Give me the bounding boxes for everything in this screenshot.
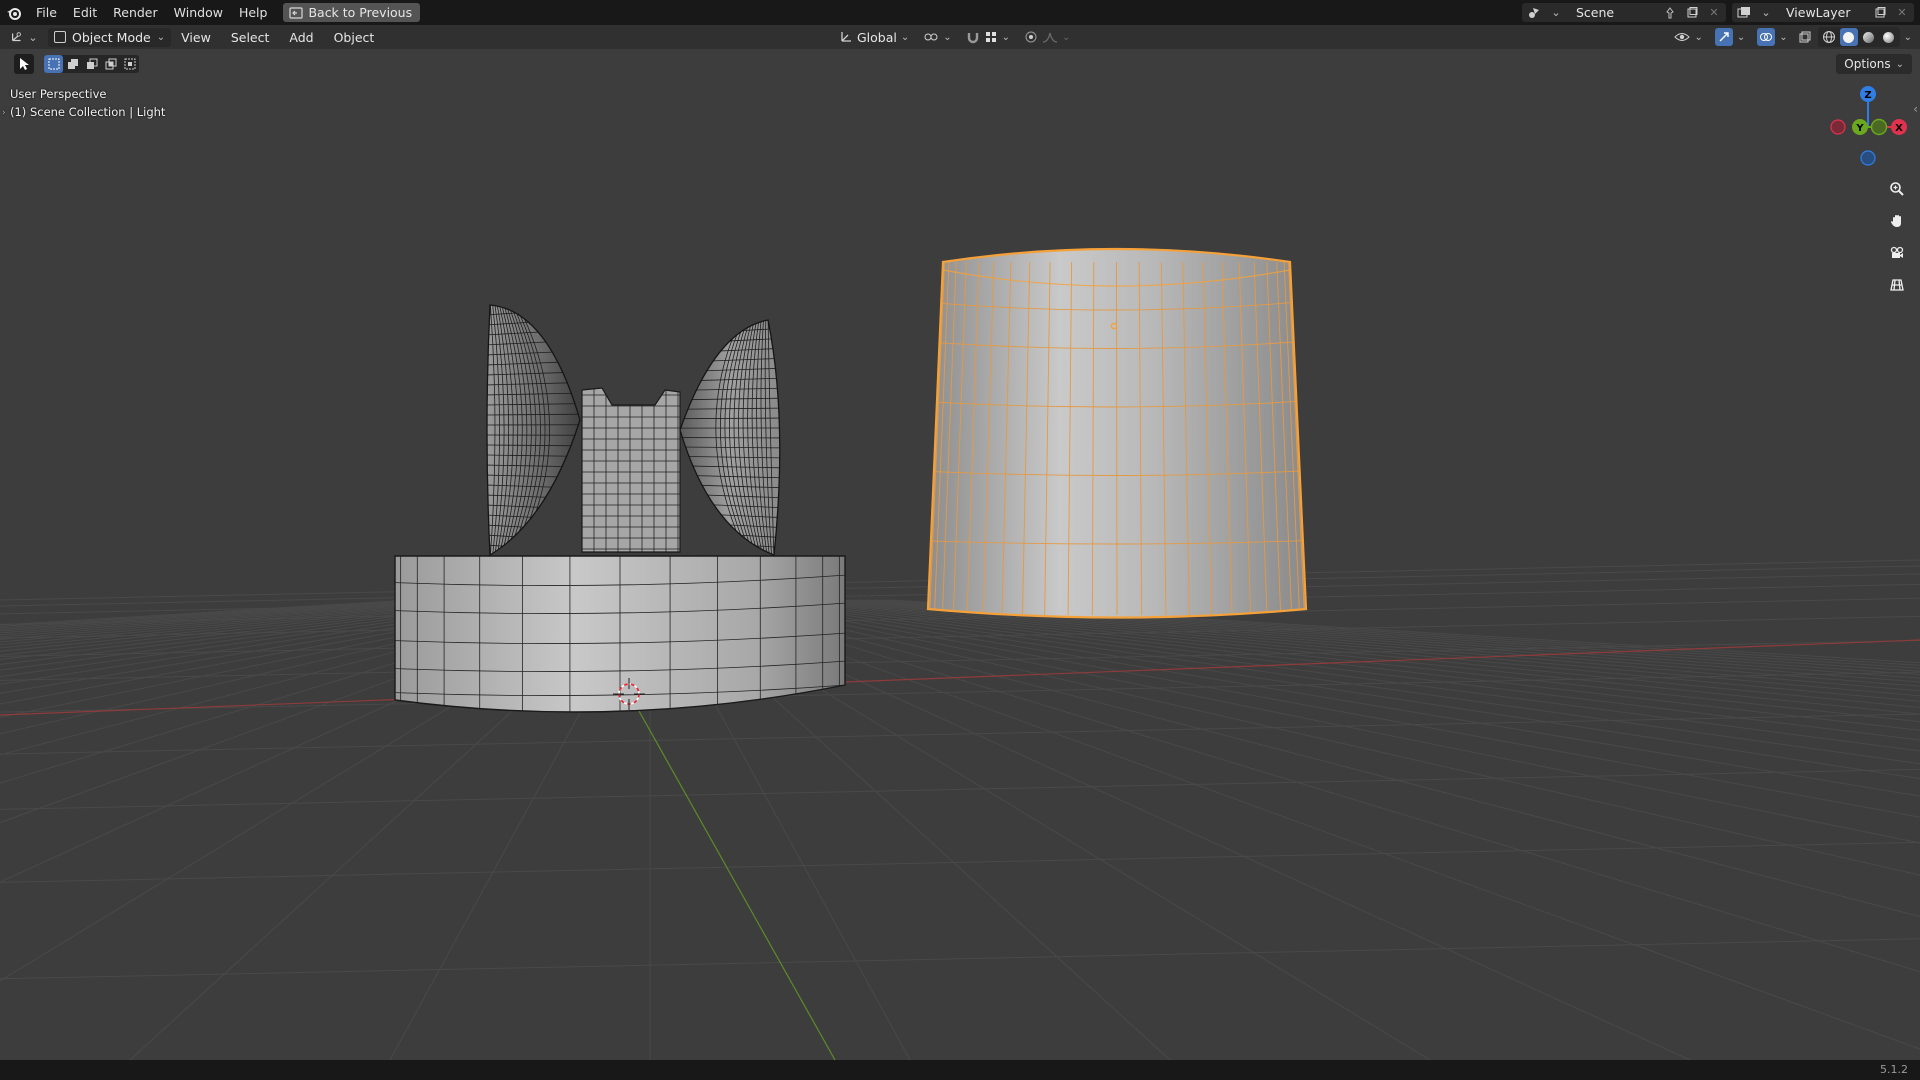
overlays-toggle-icon[interactable] <box>1757 28 1776 46</box>
light-fixture-model[interactable] <box>380 298 860 721</box>
shading-mode-group <box>1817 27 1900 47</box>
rendered-shading-icon[interactable] <box>1880 28 1898 46</box>
chevron-down-icon: ⌄ <box>943 31 952 43</box>
pivot-icon <box>924 33 938 41</box>
menu-render[interactable]: Render <box>105 0 166 25</box>
chevron-down-icon: ⌄ <box>1551 6 1561 19</box>
chevron-down-icon: ⌄ <box>1062 31 1071 43</box>
gizmo-toggle-icon[interactable] <box>1714 28 1733 46</box>
chevron-right-icon[interactable]: › <box>2 104 6 122</box>
version-label: 5.1.2 <box>1880 1063 1908 1076</box>
gizmo-x-label: X <box>1895 123 1903 134</box>
floor-grid <box>0 559 1920 1060</box>
back-to-previous-label: Back to Previous <box>308 5 413 20</box>
xray-toggle-icon[interactable] <box>1796 28 1814 46</box>
scene-icon <box>1526 5 1542 21</box>
object-mode-dropdown[interactable]: Object Mode ⌄ <box>48 27 172 47</box>
chevron-down-icon: ⌄ <box>28 30 38 44</box>
transform-orientation-label: Global <box>857 29 897 45</box>
sidebar-toggle-icon[interactable]: ‹ <box>1913 102 1918 116</box>
camera-view-icon[interactable] <box>1884 240 1910 266</box>
gizmo-neg-y[interactable] <box>1870 118 1888 136</box>
proportional-edit-icon[interactable] <box>1024 30 1038 44</box>
pan-hand-icon[interactable] <box>1884 208 1910 234</box>
magnet-icon[interactable] <box>966 30 980 44</box>
3d-viewport-icon <box>12 32 21 42</box>
3d-viewport[interactable]: Z Y X <box>0 49 1920 1060</box>
top-menu-bar: File Edit Render Window Help Back to Pre… <box>0 0 1920 25</box>
gizmo-y-label: Y <box>1855 123 1864 134</box>
view-layer-selector[interactable]: ⌄ ViewLayer ✕ <box>1732 3 1914 22</box>
snapping-controls[interactable]: ⌄ <box>962 28 1014 47</box>
gizmo-neg-z[interactable] <box>1860 150 1876 166</box>
chevron-down-icon: ⌄ <box>1736 31 1746 43</box>
viewport-info-overlay: User Perspective › (1) Scene Collection … <box>2 85 166 121</box>
view-layer-name[interactable]: ViewLayer <box>1780 5 1866 20</box>
pivot-point-dropdown[interactable]: ⌄ <box>919 28 955 47</box>
collection-label: (1) Scene Collection | Light <box>10 105 166 119</box>
proportional-editing[interactable]: ⌄ <box>1020 28 1074 47</box>
back-to-previous-button[interactable]: Back to Previous <box>283 3 421 22</box>
new-scene-icon[interactable] <box>1684 5 1700 21</box>
chevron-down-icon: ⌄ <box>900 31 910 43</box>
chevron-down-icon: ⌄ <box>1779 31 1788 43</box>
scene-name[interactable]: Scene <box>1570 5 1656 20</box>
viewport-display-controls: ⌄ ⌄ ⌄ ⌄ <box>1670 25 1920 49</box>
chevron-down-icon: ⌄ <box>156 31 166 43</box>
menu-window[interactable]: Window <box>166 0 231 25</box>
orientation-axes-icon <box>841 32 851 42</box>
overlays-dropdown[interactable]: ⌄ <box>1753 28 1791 47</box>
workspace-selectors: ⌄ Scene ✕ ⌄ ViewLayer ✕ <box>1522 0 1920 25</box>
y-axis-line <box>629 694 836 1060</box>
gizmo-neg-x[interactable] <box>1830 119 1846 135</box>
editor-type-selector[interactable]: ⌄ <box>10 29 40 45</box>
menu-select[interactable]: Select <box>221 30 280 45</box>
wireframe-shading-icon[interactable] <box>1820 28 1838 46</box>
menu-file[interactable]: File <box>28 0 65 25</box>
menu-edit[interactable]: Edit <box>65 0 105 25</box>
close-icon[interactable]: ✕ <box>1894 5 1910 21</box>
selected-cylinder-object[interactable] <box>900 247 1320 619</box>
status-bar: 5.1.2 <box>0 1060 1920 1080</box>
orthographic-grid-icon[interactable] <box>1884 272 1910 298</box>
falloff-curve-icon[interactable] <box>1042 30 1058 44</box>
object-mode-label: Object Mode <box>72 29 151 45</box>
visibility-dropdown[interactable]: ⌄ <box>1670 28 1706 47</box>
menu-help[interactable]: Help <box>231 0 276 25</box>
gizmo-z-label: Z <box>1864 90 1871 101</box>
menu-add[interactable]: Add <box>279 30 323 45</box>
chevron-down-icon[interactable]: ⌄ <box>1904 32 1912 43</box>
zoom-icon[interactable] <box>1884 176 1910 202</box>
solid-shading-icon[interactable] <box>1839 28 1858 46</box>
material-preview-icon[interactable] <box>1860 28 1878 46</box>
close-icon[interactable]: ✕ <box>1706 5 1722 21</box>
navigation-gizmo[interactable]: Z Y X <box>1830 86 1907 166</box>
viewport-header: ⌄ Object Mode ⌄ View Select Add Object G… <box>0 25 1920 49</box>
chevron-down-icon: ⌄ <box>1694 31 1703 43</box>
menu-view[interactable]: View <box>171 30 221 45</box>
pin-icon[interactable] <box>1662 5 1678 21</box>
chevron-down-icon: ⌄ <box>1761 6 1771 19</box>
scene-selector[interactable]: ⌄ Scene ✕ <box>1522 3 1726 22</box>
eye-icon <box>1674 33 1691 41</box>
transform-controls: Global ⌄ ⌄ ⌄ ⌄ <box>835 25 1074 49</box>
new-view-layer-icon[interactable] <box>1872 5 1888 21</box>
blender-logo-icon[interactable] <box>6 5 22 21</box>
navigation-buttons <box>1884 176 1910 298</box>
object-mode-icon <box>54 31 66 43</box>
gizmo-dropdown[interactable]: ⌄ <box>1711 28 1749 47</box>
chevron-down-icon: ⌄ <box>1001 31 1011 43</box>
menu-object[interactable]: Object <box>324 30 385 45</box>
back-screen-icon <box>289 6 304 19</box>
perspective-label: User Perspective <box>10 87 107 101</box>
view-layer-icon <box>1736 5 1752 21</box>
transform-orientation-dropdown[interactable]: Global ⌄ <box>835 28 913 47</box>
snap-grid-icon[interactable] <box>984 30 998 44</box>
